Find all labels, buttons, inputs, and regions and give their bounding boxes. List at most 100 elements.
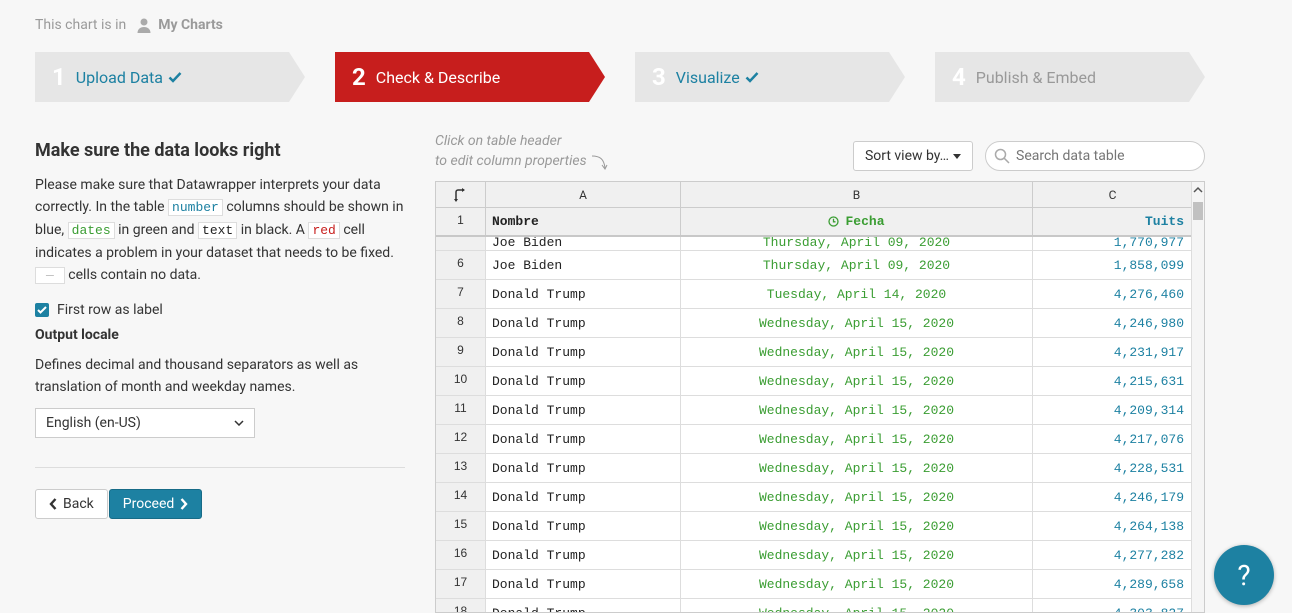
column-letter-b[interactable]: B [681,182,1033,207]
cell-nombre[interactable]: Donald Trump [486,396,681,424]
cell-fecha[interactable]: Wednesday, April 15, 2020 [681,367,1033,395]
cell-fecha[interactable]: Wednesday, April 15, 2020 [681,541,1033,569]
row-number: 9 [436,338,486,366]
scrollbar-thumb[interactable] [1193,202,1203,220]
table-row: 14 Donald Trump Wednesday, April 15, 2020 4… [436,483,1193,512]
table-row: 11 Donald Trump Wednesday, April 15, 2020 4… [436,396,1193,425]
column-letter-c[interactable]: C [1033,182,1193,207]
row-number: 17 [436,570,486,598]
user-icon [137,18,151,33]
locale-select[interactable]: English (en-US) [35,408,255,438]
chevron-right-icon [180,498,188,510]
cell-tuits[interactable]: 1,858,099 [1033,251,1193,279]
cell-fecha[interactable]: Wednesday, April 15, 2020 [681,512,1033,540]
section-title: Make sure the data looks right [35,140,281,161]
locale-description: Defines decimal and thousand separators … [35,357,359,395]
row-number: 14 [436,483,486,511]
cell-tuits[interactable]: 4,215,631 [1033,367,1193,395]
cell-fecha[interactable]: Wednesday, April 15, 2020 [681,338,1033,366]
dates-tag: dates [67,222,115,239]
checkmark-icon [168,72,182,83]
column-header-fecha[interactable]: Fecha [681,208,1033,235]
row-number: 8 [436,309,486,337]
vertical-scrollbar[interactable] [1191,182,1204,612]
chevron-left-icon [49,498,57,510]
sort-view-dropdown[interactable]: Sort view by… [853,141,973,171]
cell-nombre[interactable]: Donald Trump [486,454,681,482]
cell-fecha[interactable]: Wednesday, April 15, 2020 [681,483,1033,511]
cell-fecha[interactable]: Tuesday, April 14, 2020 [681,280,1033,308]
proceed-button[interactable]: Proceed [108,489,203,519]
scroll-up-arrow-icon[interactable] [1192,184,1204,196]
cell-nombre[interactable]: Joe Biden [486,251,681,279]
red-tag: red [308,222,340,239]
cell-nombre[interactable]: Donald Trump [486,425,681,453]
text-tag: text [198,222,238,239]
table-header-hint: Click on table header to edit column pro… [435,131,613,171]
header-row: 1 Nombre Fecha Tuits [436,208,1193,237]
table-row: 12 Donald Trump Wednesday, April 15, 2020 4… [436,425,1193,454]
cell-tuits[interactable]: 4,209,314 [1033,396,1193,424]
cell-nombre[interactable]: Donald Trump [486,512,681,540]
cell-fecha[interactable]: Wednesday, April 15, 2020 [681,309,1033,337]
first-row-label-checkbox[interactable]: First row as label [35,302,405,318]
row-number: 18 [436,599,486,612]
step-label: Visualize [675,67,740,87]
cell-nombre[interactable]: Donald Trump [486,367,681,395]
step-upload-data[interactable]: 1 Upload Data [35,52,305,102]
cell-fecha[interactable]: Wednesday, April 15, 2020 [681,454,1033,482]
search-input[interactable] [1016,148,1196,164]
cell-tuits[interactable]: 4,231,917 [1033,338,1193,366]
chevron-down-icon [234,420,244,426]
curved-arrow-icon [591,155,608,170]
cell-nombre[interactable]: Donald Trump [486,570,681,598]
cell-tuits[interactable]: 4,289,658 [1033,570,1193,598]
cell-tuits[interactable]: 4,246,980 [1033,309,1193,337]
cell-tuits[interactable]: 4,217,076 [1033,425,1193,453]
cell-fecha[interactable]: Thursday, April 09, 2020 [681,251,1033,279]
left-panel: Make sure the data looks right Please ma… [35,140,405,519]
clock-icon [828,216,840,227]
column-letter-row: A B C [436,182,1193,208]
table-row: 10 Donald Trump Wednesday, April 15, 2020 4… [436,367,1193,396]
row-number: 13 [436,454,486,482]
cell-nombre[interactable]: Donald Trump [486,309,681,337]
help-button[interactable]: ? [1214,545,1274,605]
column-letter-a[interactable]: A [486,182,681,207]
back-button[interactable]: Back [35,489,108,519]
cell-tuits[interactable]: 4,303,827 [1033,599,1193,612]
cell-fecha[interactable]: Wednesday, April 15, 2020 [681,599,1033,612]
cell-nombre[interactable]: Donald Trump [486,599,681,612]
cell-nombre[interactable]: Donald Trump [486,541,681,569]
table-row: 7 Donald Trump Tuesday, April 14, 2020 4,27… [436,280,1193,309]
cell-tuits[interactable]: 4,277,282 [1033,541,1193,569]
step-visualize[interactable]: 3 Visualize [635,52,905,102]
checkbox-checked-icon [35,303,49,317]
cell-tuits[interactable]: 4,276,460 [1033,280,1193,308]
transpose-button[interactable] [436,182,486,207]
step-check-describe[interactable]: 2 Check & Describe [335,52,605,102]
description: Please make sure that Datawrapper interp… [35,177,404,284]
column-header-nombre[interactable]: Nombre [486,208,681,235]
column-header-tuits[interactable]: Tuits [1033,208,1193,235]
cell-fecha[interactable]: Wednesday, April 15, 2020 [681,570,1033,598]
table-row: 8 Donald Trump Wednesday, April 15, 2020 4,… [436,309,1193,338]
row-number: 10 [436,367,486,395]
step-publish-embed[interactable]: 4 Publish & Embed [935,52,1205,102]
cell-nombre[interactable]: Donald Trump [486,280,681,308]
row-number: 16 [436,541,486,569]
row-number: 6 [436,251,486,279]
cell-fecha[interactable]: Wednesday, April 15, 2020 [681,396,1033,424]
data-table: A B C 1 Nombre Fecha Tuits Joe Biden Thu… [435,181,1205,613]
cell-nombre[interactable]: Donald Trump [486,483,681,511]
breadcrumb-folder-link[interactable]: My Charts [158,17,223,33]
step-label: Check & Describe [375,67,501,87]
cell-nombre[interactable]: Donald Trump [486,338,681,366]
cell-tuits[interactable]: 4,228,531 [1033,454,1193,482]
table-row: Joe Biden Thursday, April 09, 2020 1,770… [436,237,1193,251]
transpose-icon [453,187,465,202]
cell-fecha[interactable]: Wednesday, April 15, 2020 [681,425,1033,453]
caret-down-icon [953,153,962,159]
cell-tuits[interactable]: 4,246,179 [1033,483,1193,511]
cell-tuits[interactable]: 4,264,138 [1033,512,1193,540]
